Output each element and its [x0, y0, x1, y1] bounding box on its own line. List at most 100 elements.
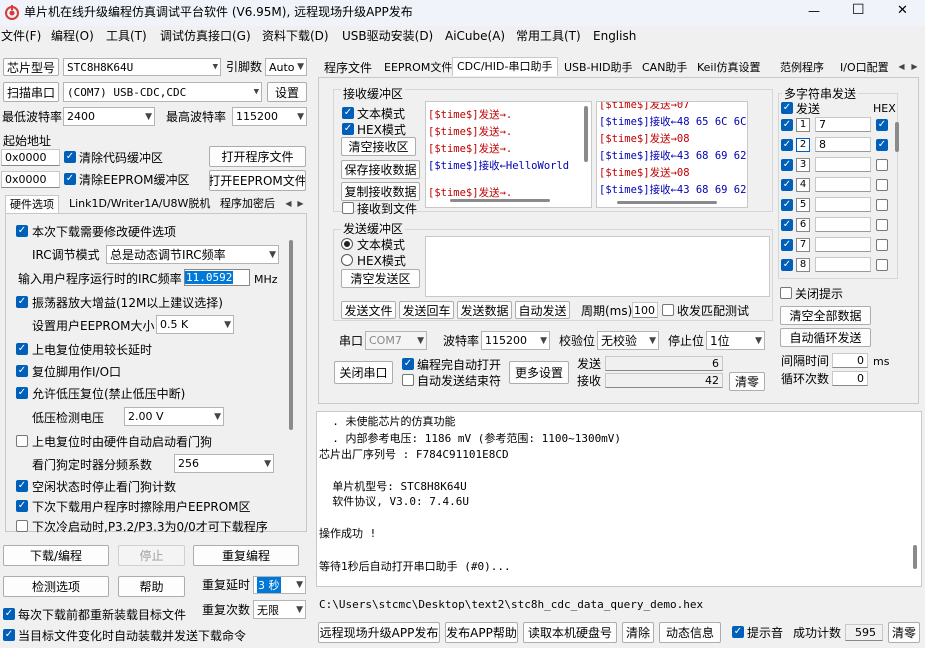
options-scrollbar[interactable] [289, 240, 293, 430]
wdt-div-select[interactable]: 256 ▼ [174, 454, 274, 473]
eeprom-address-input[interactable]: 0x0000 [1, 171, 60, 188]
multi-send-index-button[interactable]: 2 [796, 138, 810, 152]
multi-send-checkbox[interactable]: ✓ [781, 119, 793, 131]
cold-boot-checkbox[interactable] [16, 520, 28, 532]
clear-eeprom-checkbox[interactable]: ✓ [64, 173, 76, 185]
repeat-delay-select[interactable]: 3 秒 ▼ [253, 576, 306, 594]
close-tip-checkbox[interactable] [780, 287, 792, 299]
menu-program[interactable]: 编程(O) [51, 30, 94, 42]
multi-send-input[interactable]: 7 [815, 117, 871, 132]
chip-model-select[interactable]: STC8H8K64U ▼ [63, 58, 221, 76]
max-baud-select[interactable]: 115200 ▼ [232, 107, 307, 126]
stop-bits-select[interactable]: 1位 ▼ [706, 331, 765, 350]
multi-send-index-button[interactable]: 8 [796, 258, 810, 272]
idle-wdt-checkbox[interactable]: ✓ [16, 480, 28, 492]
interval-input[interactable]: 0 [832, 353, 868, 368]
clear-log-button[interactable]: 清除 [622, 622, 654, 643]
scan-port-button[interactable]: 扫描串口 [3, 82, 59, 102]
multi-send-checkbox[interactable]: ✓ [781, 159, 793, 171]
multi-send-index-button[interactable]: 6 [796, 218, 810, 232]
send-file-button[interactable]: 发送文件 [341, 301, 396, 319]
minimize-button[interactable]: — [808, 5, 820, 17]
right-tab-left-icon[interactable]: ◀ [896, 61, 907, 72]
stop-button[interactable]: 停止 [118, 545, 185, 566]
clear-success-button[interactable]: 清零 [888, 622, 920, 643]
multi-hex-checkbox[interactable] [876, 199, 888, 211]
tab-usb-hid[interactable]: USB-HID助手 [560, 59, 637, 78]
multi-send-input[interactable] [815, 237, 871, 252]
lvd-select[interactable]: 2.00 V ▼ [124, 407, 224, 426]
recv-to-file-checkbox[interactable] [342, 202, 354, 214]
multi-send-all-checkbox[interactable]: ✓ [781, 102, 793, 114]
close-port-button[interactable]: 关闭串口 [334, 361, 393, 384]
period-input[interactable]: 100 [632, 302, 658, 318]
multi-hex-checkbox[interactable] [876, 219, 888, 231]
auto-open-checkbox[interactable]: ✓ [402, 358, 414, 370]
min-baud-select[interactable]: 2400 ▼ [63, 107, 155, 126]
tab-hardware-options[interactable]: 硬件选项 [5, 195, 59, 214]
menu-tools[interactable]: 工具(T) [106, 30, 147, 42]
open-program-button[interactable]: 打开程序文件 [209, 146, 306, 167]
parity-select[interactable]: 无校验 ▼ [597, 331, 659, 350]
clear-count-button[interactable]: 清零 [729, 372, 765, 391]
pins-select[interactable]: Auto ▼ [265, 58, 307, 76]
multi-send-checkbox[interactable]: ✓ [781, 199, 793, 211]
tab-scroll-left-icon[interactable]: ◀ [283, 198, 294, 209]
send-text-area[interactable] [425, 236, 770, 297]
multi-hex-checkbox[interactable] [876, 239, 888, 251]
reopt-checkbox[interactable]: ✓ [16, 225, 28, 237]
multi-send-index-button[interactable]: 7 [796, 238, 810, 252]
more-settings-button[interactable]: 更多设置 [509, 361, 569, 384]
port-select[interactable]: (COM7) USB-CDC,CDC ▼ [63, 82, 262, 102]
clear-all-button[interactable]: 清空全部数据 [780, 306, 871, 325]
tab-can[interactable]: CAN助手 [638, 59, 691, 78]
recv-text-area[interactable]: [$time$]发送→. [$time$]发送→. [$time$]发送→. [… [425, 101, 592, 208]
irc-mode-select[interactable]: 总是动态调节IRC频率 ▼ [106, 245, 279, 264]
baud-select[interactable]: 115200 ▼ [481, 331, 550, 350]
help-button[interactable]: 帮助 [118, 576, 185, 597]
send-data-button[interactable]: 发送数据 [457, 301, 512, 319]
recv-vscroll[interactable] [584, 106, 588, 162]
port-select[interactable]: COM7 ▼ [365, 331, 427, 350]
multi-hex-checkbox[interactable] [876, 159, 888, 171]
multi-send-index-button[interactable]: 1 [796, 118, 810, 132]
auto-send-checkbox[interactable]: ✓ [3, 629, 15, 641]
clear-code-checkbox[interactable]: ✓ [64, 151, 76, 163]
close-button[interactable]: ✕ [897, 4, 908, 17]
repeat-count-select[interactable]: 无限 ▼ [253, 600, 306, 619]
send-text-mode-radio[interactable] [341, 238, 353, 250]
wdt-por-checkbox[interactable] [16, 435, 28, 447]
reload-each-checkbox[interactable]: ✓ [3, 608, 15, 620]
multi-send-input[interactable] [815, 217, 871, 232]
irc-freq-input[interactable]: 11.0592 [184, 269, 250, 286]
multi-send-checkbox[interactable]: ✓ [781, 239, 793, 251]
tab-scroll-right-icon[interactable]: ▶ [295, 198, 306, 209]
beep-checkbox[interactable]: ✓ [732, 626, 744, 638]
menu-usb-driver[interactable]: USB驱动安装(D) [342, 30, 433, 42]
menu-aicube[interactable]: AiCube(A) [445, 30, 505, 42]
code-address-input[interactable]: 0x0000 [1, 149, 60, 166]
multi-send-index-button[interactable]: 4 [796, 178, 810, 192]
read-disk-button[interactable]: 读取本机硬盘号 [523, 622, 617, 643]
menu-common-tools[interactable]: 常用工具(T) [516, 30, 581, 42]
maximize-button[interactable]: ☐ [852, 3, 865, 17]
multi-send-input[interactable] [815, 157, 871, 172]
multi-send-input[interactable] [815, 197, 871, 212]
multi-send-index-button[interactable]: 3 [796, 158, 810, 172]
menu-debug[interactable]: 调试仿真接口(G) [160, 30, 251, 42]
erase-eeprom-checkbox[interactable]: ✓ [16, 500, 28, 512]
tab-cdc-hid-serial[interactable]: CDC/HID-串口助手 [452, 57, 558, 76]
publish-help-button[interactable]: 发布APP帮助 [445, 622, 518, 643]
multi-hex-checkbox[interactable] [876, 179, 888, 191]
multi-hex-checkbox[interactable]: ✓ [876, 139, 888, 151]
tab-keil[interactable]: Keil仿真设置 [693, 59, 765, 78]
multi-send-checkbox[interactable]: ✓ [781, 139, 793, 151]
auto-send-end-checkbox[interactable] [402, 374, 414, 386]
multi-send-checkbox[interactable]: ✓ [781, 179, 793, 191]
clear-send-button[interactable]: 清空发送区 [341, 269, 420, 288]
multi-send-input[interactable] [815, 177, 871, 192]
download-button[interactable]: 下载/编程 [3, 545, 109, 566]
multi-scrollbar[interactable] [895, 122, 899, 152]
por-delay-checkbox[interactable]: ✓ [16, 343, 28, 355]
tab-link1d[interactable]: Link1D/Writer1A/U8W脱机 [65, 195, 214, 214]
